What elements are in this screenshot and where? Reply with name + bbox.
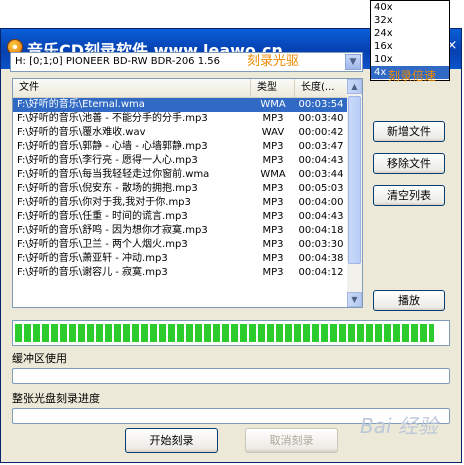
speed-option[interactable]: 32x — [371, 14, 449, 27]
table-row[interactable]: F:\好听的音乐\舒鸣 - 因为想你才寂寞.mp3 MP3 00:04:18 — [13, 224, 349, 238]
column-header-type[interactable]: 类型 — [251, 79, 295, 97]
speed-dropdown-list: 40x 32x 24x 16x 10x 4x 刻录倍速 — [370, 0, 450, 83]
drive-annotation: 刻录光驱 — [247, 54, 300, 69]
type-cell: MP3 — [262, 253, 284, 264]
drive-select-value: H: [0;1;0] PIONEER BD-RW BDR-206 1.56 — [15, 56, 220, 67]
type-cell: MP3 — [262, 113, 284, 124]
play-button[interactable]: 播放 — [373, 290, 445, 311]
table-row[interactable]: F:\好听的音乐\卫兰 - 两个人烟火.mp3 MP3 00:03:30 — [13, 238, 349, 252]
table-row[interactable]: F:\好听的音乐\李行亮 - 愿得一人心.mp3 MP3 00:04:43 — [13, 154, 349, 168]
chevron-down-icon[interactable]: ▼ — [345, 54, 361, 70]
file-rows: F:\好听的音乐\Eternal.wma WMA 00:03:54 F:\好听的音乐\… — [13, 98, 349, 280]
table-row[interactable]: F:\好听的音乐\Eternal.wma WMA 00:03:54 — [13, 98, 349, 112]
scroll-up-icon[interactable]: ▲ — [347, 79, 362, 94]
drive-select[interactable]: H: [0;1;0] PIONEER BD-RW BDR-206 1.56 刻录… — [10, 52, 363, 72]
type-cell: MP3 — [262, 211, 284, 222]
file-cell: F:\好听的音乐\萧亚轩 - 冲动.mp3 — [17, 253, 168, 264]
start-burn-button[interactable]: 开始刻录 — [125, 428, 218, 453]
table-row[interactable]: F:\好听的音乐\每当我轻轻走过你窗前.wma WMA 00:03:44 — [13, 168, 349, 182]
length-cell: 00:03:44 — [298, 169, 344, 180]
burn-progress-fill — [15, 324, 434, 342]
type-cell: MP3 — [262, 155, 284, 166]
type-cell: MP3 — [262, 225, 284, 236]
scroll-down-icon[interactable]: ▼ — [347, 292, 362, 307]
type-cell: WMA — [260, 99, 286, 110]
type-cell: WMA — [260, 169, 286, 180]
length-cell: 00:03:47 — [298, 141, 344, 152]
cancel-burn-button[interactable]: 取消刻录 — [245, 428, 338, 453]
type-cell: MP3 — [262, 183, 284, 194]
length-cell: 00:04:43 — [298, 155, 344, 166]
file-cell: F:\好听的音乐\倪安东 - 散场的拥抱.mp3 — [17, 183, 198, 194]
table-row[interactable]: F:\好听的音乐\任重 - 时间的谎言.mp3 MP3 00:04:43 — [13, 210, 349, 224]
length-cell: 00:03:30 — [298, 239, 344, 250]
length-cell: 00:00:42 — [298, 127, 344, 138]
column-header-length[interactable]: 长度(... — [295, 79, 349, 97]
remove-file-button[interactable]: 移除文件 — [373, 153, 445, 174]
file-cell: F:\好听的音乐\Eternal.wma — [17, 99, 145, 110]
length-cell: 00:04:38 — [298, 253, 344, 264]
length-cell: 00:03:40 — [298, 113, 344, 124]
type-cell: MP3 — [262, 239, 284, 250]
speed-option[interactable]: 16x — [371, 40, 449, 53]
table-row[interactable]: F:\好听的音乐\你对于我,我对于你.mp3 MP3 00:04:00 — [13, 196, 349, 210]
clear-list-button[interactable]: 清空列表 — [373, 185, 445, 206]
file-cell: F:\好听的音乐\舒鸣 - 因为想你才寂寞.mp3 — [17, 225, 208, 236]
file-cell: F:\好听的音乐\任重 - 时间的谎言.mp3 — [17, 211, 188, 222]
file-cell: F:\好听的音乐\每当我轻轻走过你窗前.wma — [17, 169, 210, 180]
speed-annotation: 刻录倍速 — [388, 69, 437, 83]
table-row[interactable]: F:\好听的音乐\萧亚轩 - 冲动.mp3 MP3 00:04:38 — [13, 252, 349, 266]
length-cell: 00:04:00 — [298, 197, 344, 208]
type-cell: MP3 — [262, 197, 284, 208]
list-header: 文件 类型 长度(... — [13, 79, 349, 98]
file-cell: F:\好听的音乐\李行亮 - 愿得一人心.mp3 — [17, 155, 198, 166]
vertical-scrollbar[interactable]: ▲ ▼ — [347, 79, 362, 307]
speed-option[interactable]: 10x — [371, 53, 449, 66]
watermark-logo: Bai 经验 — [360, 414, 438, 438]
disc-progress-label: 整张光盘刻录进度 — [12, 392, 100, 405]
file-list[interactable]: 文件 类型 长度(... F:\好听的音乐\Eternal.wma WMA 00:0… — [12, 78, 363, 308]
length-cell: 00:03:54 — [298, 99, 344, 110]
length-cell: 00:04:12 — [298, 267, 344, 278]
type-cell: MP3 — [262, 141, 284, 152]
add-file-button[interactable]: 新增文件 — [373, 121, 445, 142]
speed-option[interactable]: 40x — [371, 1, 449, 14]
table-row[interactable]: F:\好听的音乐\谢容儿 - 寂寞.mp3 MP3 00:04:12 — [13, 266, 349, 280]
scroll-thumb[interactable] — [348, 96, 361, 264]
type-cell: WAV — [261, 127, 285, 138]
file-cell: F:\好听的音乐\覆水难收.wav — [17, 127, 146, 138]
table-row[interactable]: F:\好听的音乐\郭静 - 心墙 - 心墙郭静.mp3 MP3 00:03:47 — [13, 140, 349, 154]
burn-progress-bar — [12, 320, 450, 346]
speed-option[interactable]: 24x — [371, 27, 449, 40]
file-cell: F:\好听的音乐\郭静 - 心墙 - 心墙郭静.mp3 — [17, 141, 208, 152]
file-cell: F:\好听的音乐\谢容儿 - 寂寞.mp3 — [17, 267, 168, 278]
buffer-usage-label: 缓冲区使用 — [12, 352, 67, 365]
table-row[interactable]: F:\好听的音乐\覆水难收.wav WAV 00:00:42 — [13, 126, 349, 140]
file-cell: F:\好听的音乐\卫兰 - 两个人烟火.mp3 — [17, 239, 188, 250]
length-cell: 00:04:18 — [298, 225, 344, 236]
type-cell: MP3 — [262, 267, 284, 278]
column-header-file[interactable]: 文件 — [13, 79, 251, 97]
file-cell: F:\好听的音乐\池善 - 不能分手的分手.mp3 — [17, 113, 208, 124]
table-row[interactable]: F:\好听的音乐\倪安东 - 散场的拥抱.mp3 MP3 00:05:03 — [13, 182, 349, 196]
length-cell: 00:05:03 — [298, 183, 344, 194]
buffer-usage-bar — [12, 368, 450, 384]
length-cell: 00:04:43 — [298, 211, 344, 222]
table-row[interactable]: F:\好听的音乐\池善 - 不能分手的分手.mp3 MP3 00:03:40 — [13, 112, 349, 126]
file-cell: F:\好听的音乐\你对于我,我对于你.mp3 — [17, 197, 191, 208]
